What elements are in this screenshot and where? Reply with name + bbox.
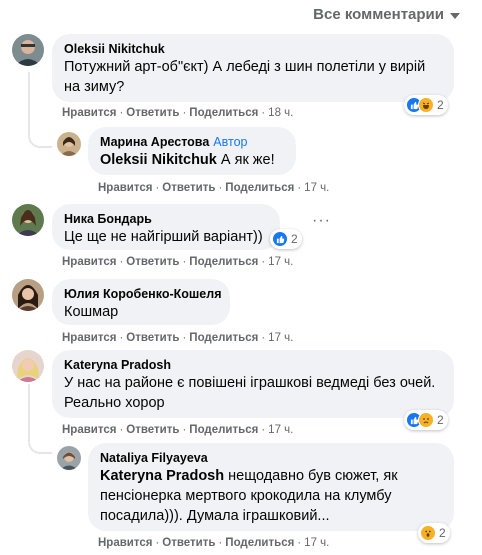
reply-button[interactable]: Ответить <box>126 256 179 268</box>
comment-bubble: Юлия Коробенко-Кошеля Кошмар <box>52 279 230 325</box>
reply-button[interactable]: Ответить <box>162 537 215 549</box>
wow-icon <box>420 525 436 541</box>
comment-bubble: Nataliya Filyayeva Kateryna Pradosh нещо… <box>88 443 454 531</box>
comment-text-body: А як же! <box>216 152 275 168</box>
avatar[interactable] <box>12 204 44 236</box>
comment-author[interactable]: Kateryna Pradosh <box>64 357 442 373</box>
avatar-photo-icon <box>12 279 44 311</box>
like-icon <box>272 231 288 247</box>
comment-actions: Нравится · Ответить · Поделиться · 17 ч. <box>62 256 294 268</box>
comment-time[interactable]: 17 ч. <box>304 537 329 549</box>
avatar[interactable] <box>12 279 44 311</box>
reaction-count: 2 <box>437 98 444 112</box>
comment-bubble: Ника Бондарь Це ще не найгірший варіант)… <box>52 204 280 250</box>
reaction-summary[interactable]: 2 <box>404 95 448 115</box>
comment-time[interactable]: 17 ч. <box>268 332 293 344</box>
comment-text: У нас на районе є повішені іграшкові вед… <box>64 375 436 411</box>
share-button[interactable]: Поделиться <box>189 332 258 344</box>
comment-filter-dropdown[interactable]: Все комментарии <box>313 6 460 23</box>
reaction-count: 2 <box>291 232 298 246</box>
share-button[interactable]: Поделиться <box>189 107 258 119</box>
comment-author[interactable]: Ника Бондарь <box>64 211 268 227</box>
share-button[interactable]: Поделиться <box>225 537 294 549</box>
reaction-summary[interactable]: 2 <box>270 229 302 249</box>
mention-link[interactable]: Kateryna Pradosh <box>100 468 224 484</box>
comment-time[interactable]: 17 ч. <box>304 182 329 194</box>
comment-bubble: Kateryna Pradosh У нас на районе є повіш… <box>52 350 454 418</box>
avatar-photo-icon <box>12 204 44 236</box>
reaction-count: 2 <box>439 526 446 540</box>
comment-actions: Нравится · Ответить · Поделиться · 17 ч. <box>62 332 294 344</box>
like-button[interactable]: Нравится <box>62 332 116 344</box>
comment-author[interactable]: Oleksii Nikitchuk <box>64 41 442 57</box>
share-button[interactable]: Поделиться <box>189 256 258 268</box>
comment-bubble: Марина Арестова Автор Oleksii Nikitchuk А… <box>88 127 296 175</box>
avatar-photo-icon <box>12 350 44 382</box>
haha-icon <box>418 97 434 113</box>
avatar[interactable] <box>57 446 81 470</box>
comment-time[interactable]: 17 ч. <box>268 424 293 436</box>
comment-filter-label: Все комментарии <box>313 6 444 23</box>
reaction-count: 2 <box>437 413 444 427</box>
reply-button[interactable]: Ответить <box>126 107 179 119</box>
mention-link[interactable]: Oleksii Nikitchuk <box>100 152 217 168</box>
comment-text: Це ще не найгірший варіант)) <box>64 229 263 245</box>
like-button[interactable]: Нравится <box>98 537 152 549</box>
avatar-photo-icon <box>12 34 44 66</box>
share-button[interactable]: Поделиться <box>189 424 258 436</box>
comment-author[interactable]: Марина Арестова <box>100 135 209 149</box>
like-button[interactable]: Нравится <box>62 424 116 436</box>
comment-actions: Нравится · Ответить · Поделиться · 17 ч. <box>62 424 294 436</box>
comment-author[interactable]: Nataliya Filyayeva <box>100 450 442 466</box>
like-button[interactable]: Нравится <box>98 182 152 194</box>
comment-author[interactable]: Юлия Коробенко-Кошеля <box>64 286 222 302</box>
comment-bubble: Oleksii Nikitchuk Потужний арт-об"єкт) А… <box>52 34 454 102</box>
reply-button[interactable]: Ответить <box>162 182 215 194</box>
sad-icon <box>418 412 434 428</box>
more-options-icon[interactable]: ··· <box>312 212 331 230</box>
thread-line <box>28 384 30 426</box>
avatar-photo-icon <box>57 446 81 470</box>
comment-text: Потужний арт-об"єкт) А лебеді з шин поле… <box>64 59 426 95</box>
like-button[interactable]: Нравится <box>62 107 116 119</box>
avatar[interactable] <box>12 34 44 66</box>
comment-text: Кошмар <box>64 304 119 320</box>
comment-author-line: Марина Арестова Автор <box>100 134 284 150</box>
like-button[interactable]: Нравится <box>62 256 116 268</box>
comment-text: Oleksii Nikitchuk А як же! <box>100 150 284 170</box>
avatar[interactable] <box>57 132 81 156</box>
share-button[interactable]: Поделиться <box>225 182 294 194</box>
comment-actions: Нравится · Ответить · Поделиться · 17 ч. <box>98 182 330 194</box>
comment-text: Kateryna Pradosh нещодавно був сюжет, як… <box>100 466 442 526</box>
avatar-photo-icon <box>57 132 81 156</box>
thread-connector <box>28 126 52 148</box>
reaction-summary[interactable]: 2 <box>418 523 450 543</box>
thread-line <box>28 72 30 128</box>
reply-button[interactable]: Ответить <box>126 332 179 344</box>
reply-button[interactable]: Ответить <box>126 424 179 436</box>
reaction-summary[interactable]: 2 <box>404 410 448 430</box>
comment-actions: Нравится · Ответить · Поделиться · 18 ч. <box>62 107 294 119</box>
avatar[interactable] <box>12 350 44 382</box>
comment-time[interactable]: 17 ч. <box>268 256 293 268</box>
comment-actions: Нравится · Ответить · Поделиться · 17 ч. <box>98 537 330 549</box>
thread-connector <box>28 424 52 454</box>
chevron-down-icon <box>450 12 460 19</box>
comment-time[interactable]: 18 ч. <box>268 107 293 119</box>
author-badge: Автор <box>213 135 248 149</box>
